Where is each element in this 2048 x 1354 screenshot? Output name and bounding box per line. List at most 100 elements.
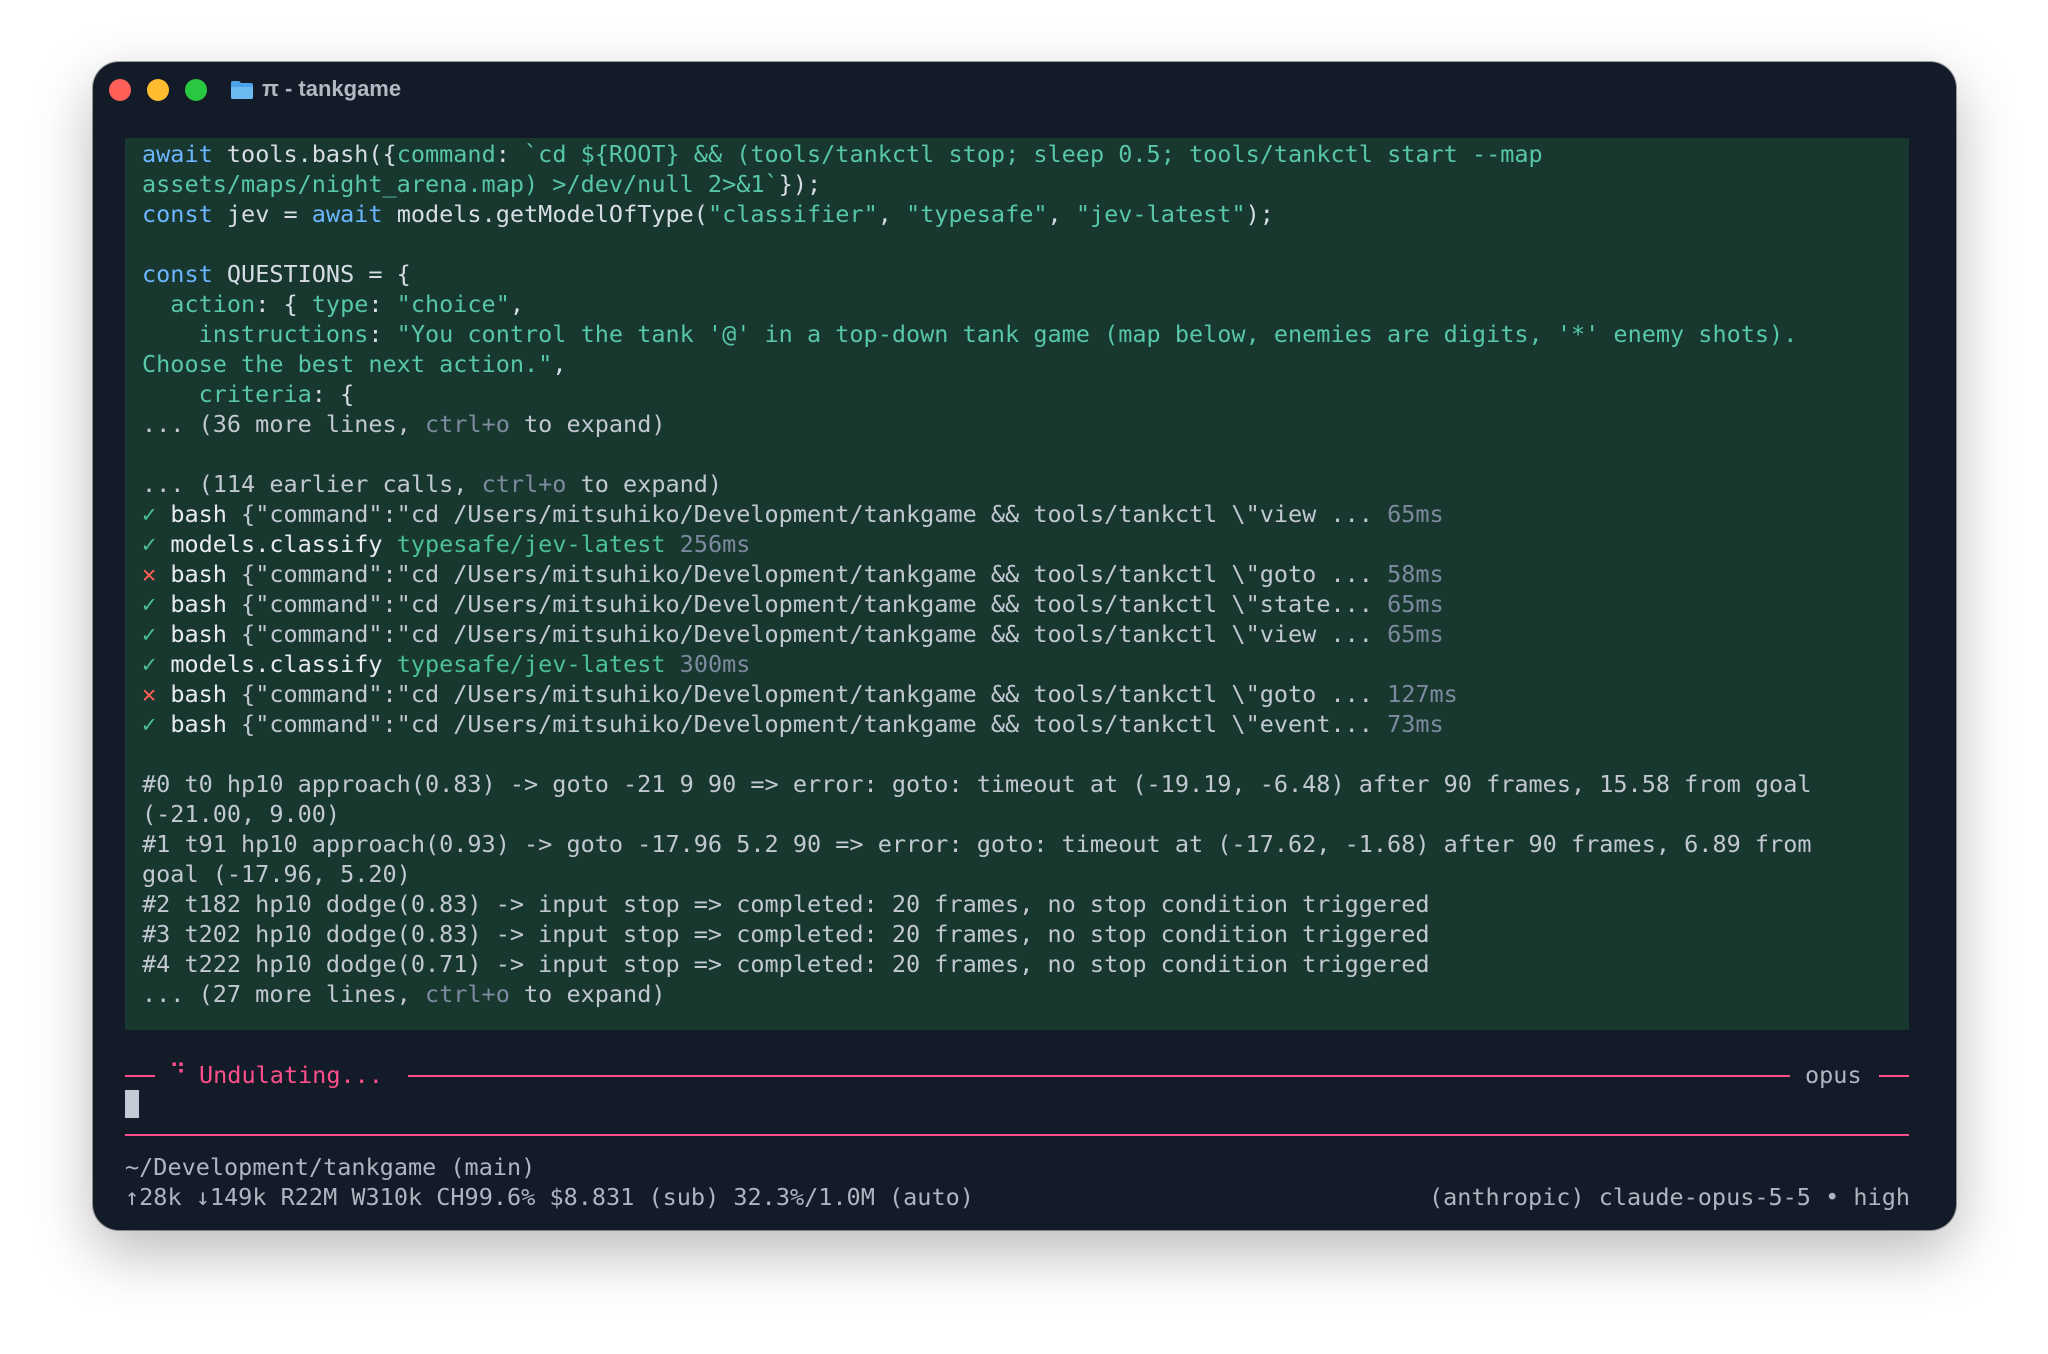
error-icon: ✕ [142, 560, 157, 588]
property: type [311, 290, 369, 318]
string: "typesafe" [906, 200, 1048, 228]
property: instructions [198, 320, 369, 348]
keyword: const [142, 260, 213, 288]
tool-name: bash [170, 710, 227, 738]
input-bottom-border [125, 1134, 1909, 1136]
log-line: (-21.00, 9.00) [142, 800, 341, 828]
tool-call-row[interactable]: ✕ bash {"command":"cd /Users/mitsuhiko/D… [142, 679, 1458, 709]
code-text: : [495, 140, 525, 168]
code-text: : [368, 320, 397, 348]
hint-text: to expand) [509, 980, 666, 1008]
expand-hint[interactable]: ... (114 earlier calls, ctrl+o to expand… [142, 469, 722, 499]
code-text: : [368, 290, 397, 318]
code-line: criteria: { [142, 379, 355, 409]
code-text: , [1047, 200, 1076, 228]
tool-call-row[interactable]: ✓ bash {"command":"cd /Users/mitsuhiko/D… [142, 499, 1444, 529]
code-text: , [509, 290, 525, 318]
separator-line [1879, 1075, 1909, 1077]
tool-args: {"command":"cd /Users/mitsuhiko/Developm… [226, 590, 1388, 618]
tool-duration: 65ms [1387, 620, 1444, 648]
tool-name: models.classify [170, 530, 383, 558]
tool-args: {"command":"cd /Users/mitsuhiko/Developm… [226, 680, 1388, 708]
string: "You control the tank '@' in a top-down … [396, 320, 1798, 348]
code-text: , [552, 350, 567, 378]
success-icon: ✓ [142, 530, 157, 558]
expand-hint[interactable]: ... (36 more lines, ctrl+o to expand) [142, 409, 666, 439]
property: action [170, 290, 256, 318]
hint-text: to expand) [509, 410, 666, 438]
shortcut-key: ctrl+o [481, 470, 567, 498]
tool-duration: 65ms [1387, 500, 1444, 528]
code-text: , [877, 200, 907, 228]
tool-call-row[interactable]: ✓ models.classify typesafe/jev-latest 30… [142, 649, 750, 679]
spinner-label: Undulating... [199, 1061, 383, 1089]
tool-duration: 58ms [1387, 560, 1444, 588]
tool-call-row[interactable]: ✓ bash {"command":"cd /Users/mitsuhiko/D… [142, 589, 1444, 619]
log-line: #0 t0 hp10 approach(0.83) -> goto -21 9 … [142, 770, 1812, 798]
tool-call-row[interactable]: ✕ bash {"command":"cd /Users/mitsuhiko/D… [142, 559, 1444, 589]
tool-name: bash [170, 590, 227, 618]
tool-duration: 65ms [1387, 590, 1444, 618]
success-icon: ✓ [142, 500, 157, 528]
tool-name: models.classify [170, 650, 383, 678]
string: assets/maps/night_arena.map) >/dev/null … [142, 170, 779, 198]
property: command [396, 140, 496, 168]
separator-line [408, 1075, 1790, 1077]
tool-args: {"command":"cd /Users/mitsuhiko/Developm… [226, 620, 1388, 648]
input-cursor[interactable] [125, 1090, 139, 1118]
code-line: Choose the best next action.", [142, 349, 566, 379]
spinner-icon: ⠙ [169, 1059, 187, 1087]
tool-call-row[interactable]: ✓ bash {"command":"cd /Users/mitsuhiko/D… [142, 619, 1444, 649]
tool-name: bash [170, 620, 227, 648]
code-line: assets/maps/night_arena.map) >/dev/null … [142, 169, 821, 199]
log-line: goal (-17.96, 5.20) [142, 860, 411, 888]
success-icon: ✓ [142, 590, 157, 618]
cwd-status: ~/Development/tankgame (main) [125, 1153, 536, 1181]
code-text: jev = [212, 200, 312, 228]
string: "jev-latest" [1075, 200, 1246, 228]
hint-text: ... (114 earlier calls, [142, 470, 482, 498]
terminal-window: π - tankgame await tools.bash({command: … [93, 62, 1956, 1230]
property: criteria [198, 380, 312, 408]
separator-line [125, 1075, 155, 1077]
tool-call-row[interactable]: ✓ bash {"command":"cd /Users/mitsuhiko/D… [142, 709, 1444, 739]
model-tag: opus [1805, 1061, 1862, 1089]
code-line: const QUESTIONS = { [142, 259, 411, 289]
expand-hint[interactable]: ... (27 more lines, ctrl+o to expand) [142, 979, 666, 1009]
success-icon: ✓ [142, 620, 157, 648]
code-text: : { [255, 290, 312, 318]
hint-text: ... (36 more lines, [142, 410, 425, 438]
keyword: await [311, 200, 383, 228]
code-line: const jev = await models.getModelOfType(… [142, 199, 1274, 229]
shortcut-key: ctrl+o [424, 980, 510, 1008]
tool-name: bash [170, 500, 227, 528]
tool-duration: 300ms [679, 650, 751, 678]
code-line: await tools.bash({command: `cd ${ROOT} &… [142, 139, 1543, 169]
tool-args: {"command":"cd /Users/mitsuhiko/Developm… [226, 500, 1388, 528]
string: "choice" [396, 290, 510, 318]
tool-args: {"command":"cd /Users/mitsuhiko/Developm… [226, 710, 1388, 738]
tool-args: typesafe/jev-latest [382, 530, 680, 558]
tool-name: bash [170, 680, 227, 708]
keyword: await [142, 140, 213, 168]
log-line: #4 t222 hp10 dodge(0.71) -> input stop =… [142, 950, 1430, 978]
log-line: #3 t202 hp10 dodge(0.83) -> input stop =… [142, 920, 1430, 948]
keyword: const [142, 200, 213, 228]
log-line: #1 t91 hp10 approach(0.93) -> goto -17.9… [142, 830, 1812, 858]
success-icon: ✓ [142, 650, 157, 678]
log-line: #2 t182 hp10 dodge(0.83) -> input stop =… [142, 890, 1430, 918]
hint-text: ... (27 more lines, [142, 980, 425, 1008]
code-text: tools.bash({ [212, 140, 397, 168]
tool-args: typesafe/jev-latest [382, 650, 680, 678]
shortcut-key: ctrl+o [424, 410, 510, 438]
string: Choose the best next action." [142, 350, 553, 378]
code-line: action: { type: "choice", [142, 289, 524, 319]
tool-duration: 256ms [679, 530, 751, 558]
tool-call-row[interactable]: ✓ models.classify typesafe/jev-latest 25… [142, 529, 750, 559]
code-text: ); [1245, 200, 1274, 228]
code-text: : { [311, 380, 355, 408]
terminal-content[interactable]: await tools.bash({command: `cd ${ROOT} &… [93, 62, 1956, 1230]
tool-duration: 127ms [1387, 680, 1458, 708]
model-status: (anthropic) claude-opus-5-5 • high [1428, 1183, 1910, 1211]
usage-status: ↑28k ↓149k R22M W310k CH99.6% $8.831 (su… [125, 1183, 974, 1211]
